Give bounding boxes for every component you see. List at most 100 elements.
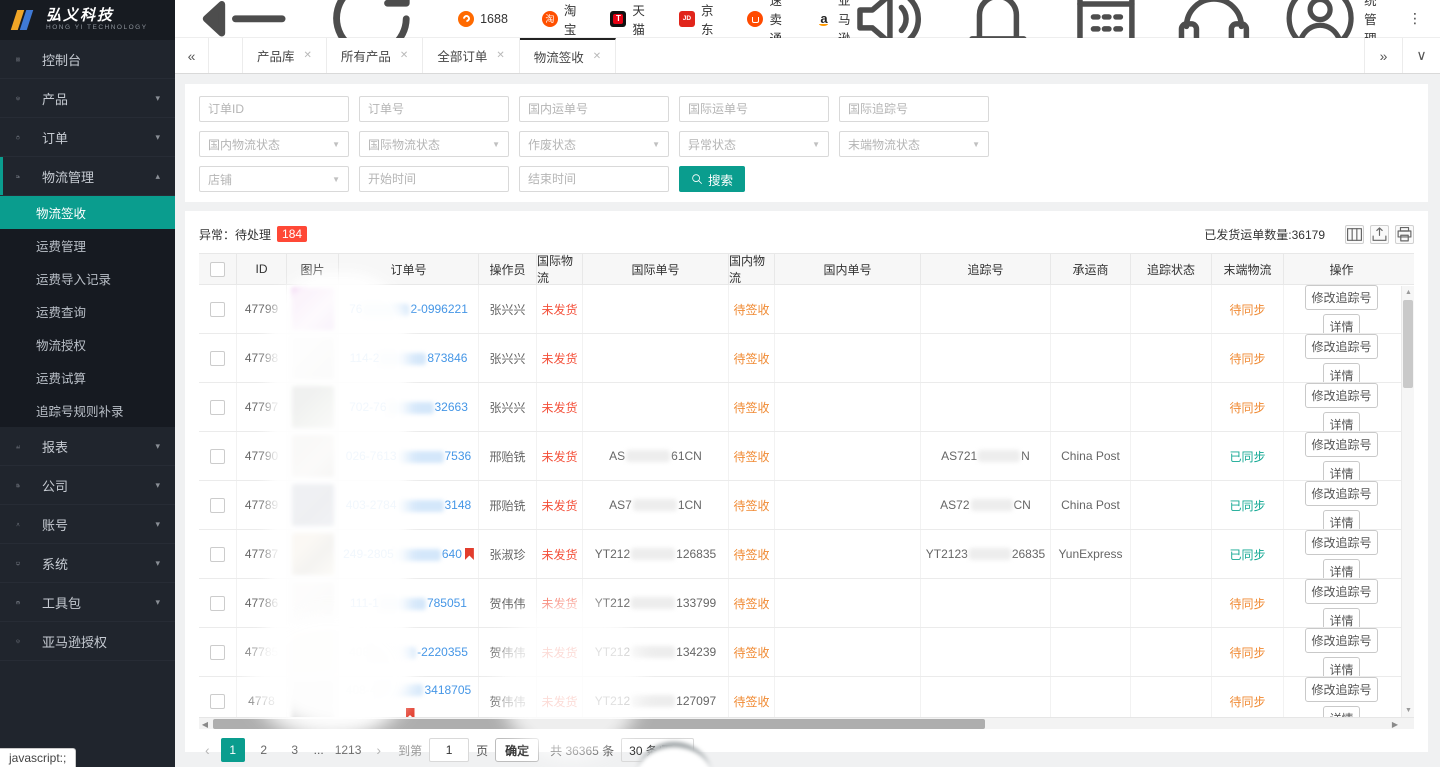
edit-tracking-button[interactable]: 修改追踪号 — [1305, 334, 1377, 359]
export-icon[interactable] — [1370, 225, 1389, 244]
tabs-menu-icon[interactable]: ∨ — [1402, 38, 1440, 73]
sidebar-subitem-1[interactable]: 运费管理 — [0, 229, 175, 262]
filter-input-field-3[interactable] — [688, 102, 820, 116]
sidebar-item-6[interactable]: 账号▾ — [0, 505, 175, 544]
detail-button[interactable]: 详情 — [1323, 314, 1359, 333]
detail-button[interactable]: 详情 — [1323, 706, 1359, 717]
scroll-left-icon[interactable]: ◀ — [199, 718, 211, 730]
row-checkbox[interactable] — [210, 645, 225, 660]
sidebar-subitem-4[interactable]: 物流授权 — [0, 328, 175, 361]
sidebar-item-2[interactable]: 订单▾ — [0, 118, 175, 157]
select-all-checkbox[interactable] — [210, 262, 225, 277]
row-checkbox[interactable] — [210, 400, 225, 415]
sidebar-subitem-3[interactable]: 运费查询 — [0, 295, 175, 328]
row-checkbox[interactable] — [210, 449, 225, 464]
detail-button[interactable]: 详情 — [1323, 461, 1359, 480]
marketplace-link-淘宝[interactable]: 淘淘宝 — [542, 0, 577, 38]
sidebar-item-4[interactable]: 报表▾ — [0, 427, 175, 466]
edit-tracking-button[interactable]: 修改追踪号 — [1305, 285, 1377, 310]
close-icon[interactable]: ✕ — [593, 51, 601, 62]
vertical-scrollbar[interactable]: ▲ ▼ — [1401, 286, 1414, 717]
close-icon[interactable]: ✕ — [496, 50, 504, 61]
page-button-2[interactable]: 2 — [252, 738, 276, 762]
order-number-link[interactable]: 702-7632663 — [349, 400, 468, 414]
horizontal-scroll-thumb[interactable] — [213, 719, 985, 729]
filter-input-field-0[interactable] — [208, 102, 340, 116]
scroll-down-icon[interactable]: ▼ — [1402, 704, 1415, 717]
row-checkbox[interactable] — [210, 694, 225, 709]
tab-0[interactable]: 产品库✕ — [243, 38, 327, 73]
order-number-link[interactable]: 403-27843148 — [346, 498, 471, 512]
edit-tracking-button[interactable]: 修改追踪号 — [1305, 677, 1377, 702]
scroll-right-icon[interactable]: ▶ — [1389, 718, 1401, 730]
detail-button[interactable]: 详情 — [1323, 510, 1359, 529]
filter-date-field-0[interactable] — [368, 172, 500, 186]
order-number-link[interactable]: 111-1785051 — [350, 596, 467, 610]
product-thumbnail[interactable] — [292, 288, 334, 330]
filter-select-1[interactable]: 国际物流状态▼ — [359, 131, 509, 157]
sidebar-item-3[interactable]: 物流管理▴ — [0, 157, 175, 196]
columns-setting-icon[interactable] — [1345, 225, 1364, 244]
detail-button[interactable]: 详情 — [1323, 363, 1359, 382]
search-button[interactable]: 搜索 — [679, 166, 745, 192]
order-number-link[interactable]: 249-2805640 — [343, 547, 462, 561]
tab-3[interactable]: 物流签收✕ — [520, 38, 616, 73]
filter-select-3[interactable]: 异常状态▼ — [679, 131, 829, 157]
edit-tracking-button[interactable]: 修改追踪号 — [1305, 432, 1377, 457]
filter-date-field-1[interactable] — [528, 172, 660, 186]
order-number-link[interactable]: 762-0996221 — [349, 302, 468, 316]
order-number-link[interactable]: 408-43418705 — [346, 683, 471, 697]
home-tab-icon[interactable] — [209, 38, 243, 73]
confirm-button[interactable]: 确定 — [495, 738, 539, 762]
vertical-scroll-thumb[interactable] — [1403, 300, 1413, 388]
next-page-icon[interactable]: › — [372, 742, 385, 758]
marketplace-link-京东[interactable]: JD京东 — [679, 0, 714, 38]
product-thumbnail[interactable] — [292, 386, 334, 428]
scroll-up-icon[interactable]: ▲ — [1402, 286, 1415, 299]
kebab-menu-icon[interactable]: ⋮ — [1408, 10, 1422, 27]
edit-tracking-button[interactable]: 修改追踪号 — [1305, 628, 1377, 653]
detail-button[interactable]: 详情 — [1323, 657, 1359, 676]
page-button-1[interactable]: 1 — [221, 738, 245, 762]
filter-select-0[interactable]: 国内物流状态▼ — [199, 131, 349, 157]
goto-page-input[interactable] — [429, 738, 469, 762]
page-button-1213[interactable]: 1213 — [331, 738, 366, 762]
filter-input-field-1[interactable] — [368, 102, 500, 116]
filter-select-2[interactable]: 作废状态▼ — [519, 131, 669, 157]
product-thumbnail[interactable] — [292, 435, 334, 477]
sidebar-subitem-6[interactable]: 追踪号规则补录 — [0, 394, 175, 427]
row-checkbox[interactable] — [210, 351, 225, 366]
sidebar-subitem-2[interactable]: 运费导入记录 — [0, 262, 175, 295]
sidebar-item-0[interactable]: 控制台 — [0, 40, 175, 79]
order-number-link[interactable]: 026-76137536 — [346, 449, 471, 463]
edit-tracking-button[interactable]: 修改追踪号 — [1305, 579, 1377, 604]
edit-tracking-button[interactable]: 修改追踪号 — [1305, 530, 1377, 555]
sidebar-item-5[interactable]: 公司▾ — [0, 466, 175, 505]
filter-select-4[interactable]: 末端物流状态▼ — [839, 131, 989, 157]
prev-page-icon[interactable]: ‹ — [201, 742, 214, 758]
tabs-scroll-left-icon[interactable]: « — [175, 38, 209, 73]
tab-1[interactable]: 所有产品✕ — [327, 38, 423, 73]
filter-input-field-4[interactable] — [848, 102, 980, 116]
product-thumbnail[interactable] — [292, 337, 334, 379]
product-thumbnail[interactable] — [292, 533, 334, 575]
row-checkbox[interactable] — [210, 302, 225, 317]
row-checkbox[interactable] — [210, 498, 225, 513]
row-checkbox[interactable] — [210, 547, 225, 562]
edit-tracking-button[interactable]: 修改追踪号 — [1305, 481, 1377, 506]
order-number-link[interactable]: 114-2873846 — [350, 351, 468, 365]
product-thumbnail[interactable] — [292, 631, 334, 673]
sidebar-item-1[interactable]: 产品▾ — [0, 79, 175, 118]
close-icon[interactable]: ✕ — [400, 50, 408, 61]
detail-button[interactable]: 详情 — [1323, 608, 1359, 627]
page-button-3[interactable]: 3 — [283, 738, 307, 762]
order-number-link[interactable]: 408-2220355 — [349, 645, 468, 659]
horizontal-scrollbar[interactable]: ◀ ▶ — [199, 717, 1414, 729]
sidebar-item-7[interactable]: 系统▾ — [0, 544, 175, 583]
marketplace-link-1688[interactable]: 1688 — [458, 11, 508, 27]
product-thumbnail[interactable] — [292, 680, 334, 717]
sidebar-subitem-5[interactable]: 运费试算 — [0, 361, 175, 394]
row-checkbox[interactable] — [210, 596, 225, 611]
sidebar-item-9[interactable]: 亚马逊授权 — [0, 622, 175, 661]
sidebar-subitem-0[interactable]: 物流签收 — [0, 196, 175, 229]
